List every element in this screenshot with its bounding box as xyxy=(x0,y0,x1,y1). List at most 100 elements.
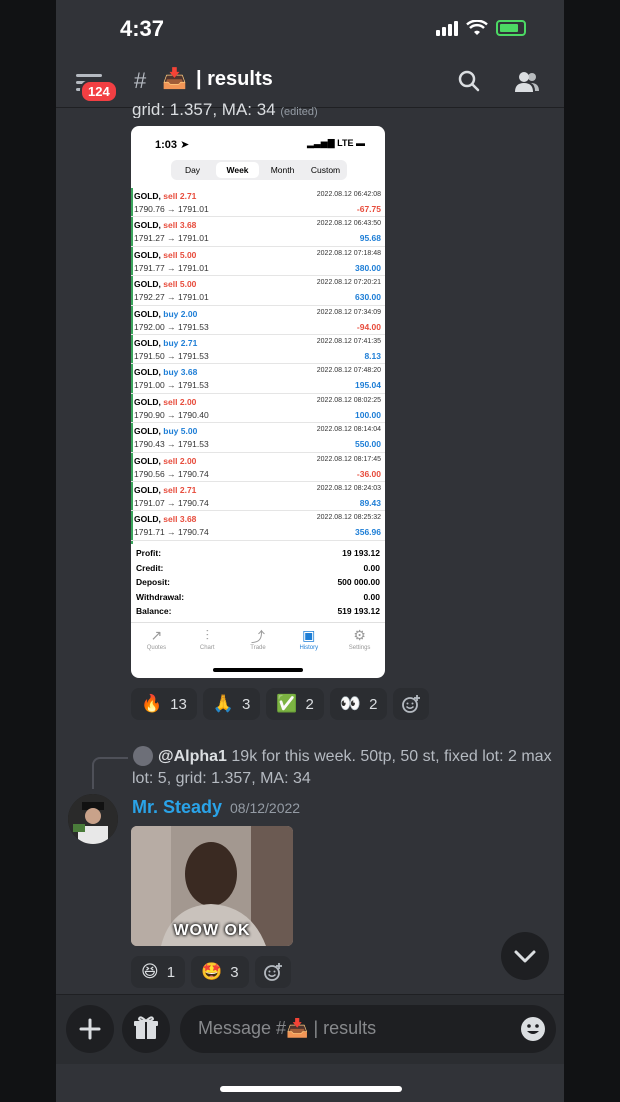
trade-field: GOLD, xyxy=(134,367,161,378)
trade-field: GOLD, xyxy=(134,514,161,525)
trade-field: 2022.08.12 07:34:09 xyxy=(316,308,381,316)
previous-message-text: grid: 1.357, MA: 34 (edited) xyxy=(132,100,318,118)
jump-to-bottom-button[interactable] xyxy=(501,932,549,980)
app-tab: ⤴ Trade xyxy=(233,623,284,662)
trade-field: -67.75 xyxy=(356,204,381,214)
summary-label: Deposit: xyxy=(136,577,170,587)
avatar[interactable] xyxy=(68,794,118,844)
summary-row: Balance: 519 193.12 xyxy=(134,606,382,621)
reaction-emoji: 🤩 xyxy=(201,962,223,981)
reaction-chip[interactable]: 👀 2 xyxy=(329,688,388,720)
trade-field: 1791.07 → 1790.74 xyxy=(134,497,209,508)
channel-hash-icon: # xyxy=(134,68,147,93)
trade-field: 1790.43 → 1791.53 xyxy=(134,439,209,450)
seg-week: Week xyxy=(216,162,259,178)
trade-field: buy xyxy=(163,367,179,378)
reaction-chip[interactable]: 🔥 13 xyxy=(131,688,197,720)
add-reaction-button[interactable] xyxy=(254,956,291,988)
trade-field: 2.00 xyxy=(179,455,197,466)
summary-value: 0.00 xyxy=(363,591,380,602)
trade-row: GOLD, buy 3.68 1791.00 → 1791.53 2022.08.1… xyxy=(131,364,385,394)
reaction-count: 1 xyxy=(166,963,176,981)
trade-field: -36.00 xyxy=(356,468,381,479)
trade-field: 8.13 xyxy=(364,350,381,361)
reaction-emoji: 👀 xyxy=(339,694,362,713)
reply-preview[interactable]: @Alpha1 19k for this week. 50tp, 50 st, … xyxy=(132,746,552,790)
trade-field: -94.00 xyxy=(356,321,381,332)
emoji-picker-icon[interactable] xyxy=(520,1016,546,1042)
reaction-emoji: 🔥 xyxy=(141,694,163,713)
home-indicator xyxy=(220,1086,402,1092)
trade-field: sell xyxy=(163,396,178,407)
add-attachment-button[interactable] xyxy=(66,1005,114,1053)
wifi-icon xyxy=(466,20,488,35)
trade-field: 2022.08.12 07:20:21 xyxy=(316,279,381,287)
message-username[interactable]: Mr. Steady xyxy=(132,797,222,818)
reaction-count: 3 xyxy=(230,963,239,981)
reaction-chip[interactable]: 😆 1 xyxy=(131,956,186,988)
trade-field: GOLD, xyxy=(134,484,161,495)
summary-row: Withdrawal: 0.00 xyxy=(134,592,382,607)
gif-attachment[interactable]: WOW OK xyxy=(131,826,293,946)
attachment-image[interactable]: 1:03 ➤ ▂▃▅▇ LTE ▬ Day Week Month Custom … xyxy=(131,126,385,678)
shot-home-indicator xyxy=(213,668,303,672)
trade-field: GOLD, xyxy=(134,455,161,466)
summary-value: 19 193.12 xyxy=(342,548,380,558)
summary-label: Balance: xyxy=(136,606,172,616)
reaction-emoji: 🙏 xyxy=(212,694,235,713)
trade-field: 2.00 xyxy=(179,396,197,407)
trade-field: 1790.90 → 1790.40 xyxy=(134,409,209,420)
summary-label: Credit: xyxy=(136,562,164,573)
app-tab-icon: ↗ xyxy=(150,627,163,643)
trade-field: buy xyxy=(163,308,179,319)
trade-field: 630.00 xyxy=(355,292,381,303)
trade-field: 5.00 xyxy=(179,249,197,260)
summary-label: Profit: xyxy=(136,548,162,558)
summary-value: 500 000.00 xyxy=(337,577,380,587)
trade-field: 2022.08.12 06:43:50 xyxy=(316,220,381,228)
seg-month: Month xyxy=(270,165,295,175)
unread-badge: 124 xyxy=(80,80,118,103)
channel-name[interactable]: | results xyxy=(196,68,273,91)
battery-icon xyxy=(496,20,526,36)
channel-emoji: 📥 xyxy=(162,68,187,90)
gift-button[interactable] xyxy=(122,1005,170,1053)
trade-field: GOLD, xyxy=(134,249,161,260)
message-composer: Message #📥 | results xyxy=(56,994,564,1064)
trade-field: 3.68 xyxy=(180,367,198,378)
reply-connector xyxy=(92,757,128,789)
reaction-chip[interactable]: 🙏 3 xyxy=(202,688,261,720)
trade-field: 1791.00 → 1791.53 xyxy=(134,380,209,391)
trade-field: 3.68 xyxy=(179,220,197,231)
reaction-count: 13 xyxy=(170,695,187,713)
add-reaction-button[interactable] xyxy=(393,688,430,720)
reply-avatar xyxy=(133,746,153,766)
trade-field: 1791.71 → 1790.74 xyxy=(134,527,209,538)
trade-field: 5.00 xyxy=(179,279,197,290)
trade-row: GOLD, sell 2.71 1790.76 → 1791.01 2022.08.… xyxy=(131,188,385,218)
summary-row: Profit: 19 193.12 xyxy=(134,548,382,563)
add-reaction-icon xyxy=(402,695,421,713)
app-tab-label: Settings xyxy=(348,645,371,651)
trade-row: GOLD, sell 5.00 1792.27 → 1791.01 2022.08.… xyxy=(131,276,385,306)
app-tab-label: Chart xyxy=(199,645,215,651)
right-panel-edge xyxy=(564,0,620,1102)
trade-field: 356.96 xyxy=(355,527,381,538)
search-icon[interactable] xyxy=(458,70,480,92)
shot-time: 1:03 ➤ xyxy=(155,139,190,151)
trade-field: sell xyxy=(163,484,178,495)
reaction-count: 3 xyxy=(242,695,251,713)
summary-value: 0.00 xyxy=(363,562,380,573)
reaction-chip[interactable]: ✅ 2 xyxy=(266,688,324,720)
reaction-emoji: ✅ xyxy=(276,694,298,713)
message-input[interactable]: Message #📥 | results xyxy=(180,1005,556,1053)
app-tab: ▣ History xyxy=(283,623,334,662)
app-frame: 4:37 124 # 📥 | results grid: 1.357, MA: … xyxy=(0,0,620,1102)
members-icon[interactable] xyxy=(514,70,540,94)
reply-username: @Alpha1 xyxy=(158,748,227,765)
trade-field: GOLD, xyxy=(134,220,161,231)
reaction-chip[interactable]: 🤩 3 xyxy=(191,956,249,988)
app-tab-icon: ⫶ xyxy=(205,627,209,643)
add-reaction-icon xyxy=(263,963,282,981)
trade-field: 1790.76 → 1791.01 xyxy=(134,204,209,214)
